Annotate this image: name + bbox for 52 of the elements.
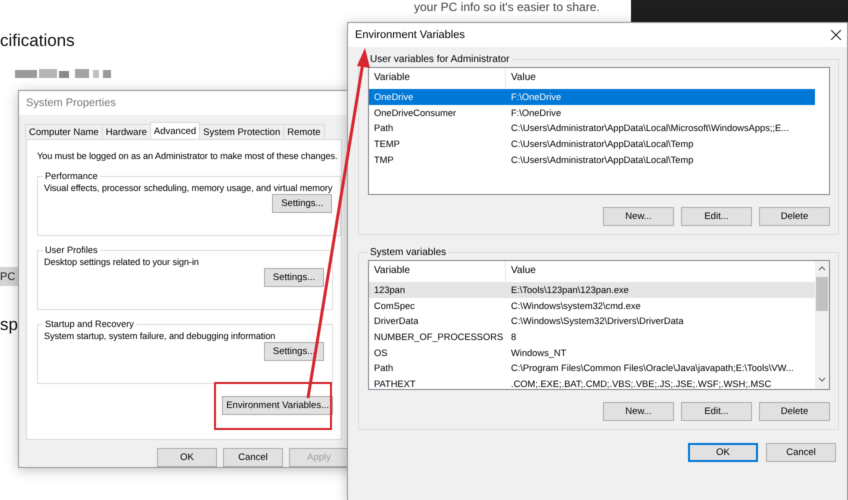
- dialog-button[interactable]: OK: [688, 443, 758, 462]
- window-title: System Properties: [26, 97, 116, 109]
- variable-row[interactable]: Path C:\Program Files\Common Files\Oracle\Java\javapath;E:\Tools\VW...: [369, 360, 815, 376]
- settings-button[interactable]: Settings...: [264, 268, 324, 287]
- variable-row[interactable]: TEMP C:\Users\Administrator\AppData\Local\Temp: [369, 136, 815, 152]
- scrollbar[interactable]: [815, 261, 829, 389]
- dialog-button[interactable]: Cancel: [766, 443, 836, 462]
- tab[interactable]: Computer Name: [25, 124, 103, 139]
- group-title: User Profiles: [44, 245, 99, 255]
- variable-button[interactable]: Delete: [759, 207, 830, 226]
- column-header[interactable]: Variable: [369, 68, 506, 88]
- tab[interactable]: Advanced: [150, 122, 200, 139]
- page-heading: sp: [0, 315, 18, 335]
- page-text: your PC info so it's easier to share.: [414, 0, 600, 14]
- variables-list[interactable]: [368, 67, 830, 195]
- group-title: Startup and Recovery: [44, 319, 135, 329]
- group-description: System startup, system failure, and debugging information: [44, 330, 276, 342]
- group-title: System variables: [369, 247, 448, 258]
- variable-row[interactable]: OneDriveConsumer F:\OneDrive: [369, 104, 815, 120]
- variable-button[interactable]: Edit...: [681, 402, 752, 421]
- variable-button[interactable]: Delete: [759, 402, 830, 421]
- variable-row[interactable]: OneDrive F:\OneDrive: [369, 89, 815, 105]
- column-header[interactable]: Value: [506, 68, 815, 88]
- variable-row[interactable]: DriverData C:\Windows\System32\Drivers\DriverData: [369, 313, 815, 330]
- settings-button[interactable]: Settings...: [264, 342, 324, 361]
- close-icon[interactable]: [831, 30, 841, 40]
- column-header[interactable]: Value: [506, 261, 815, 281]
- group-description: Desktop settings related to your sign-in: [44, 256, 200, 268]
- variable-row[interactable]: 123pan E:\Tools\123pan\123pan.exe: [369, 282, 815, 298]
- group-title: Performance: [44, 171, 99, 181]
- variable-row[interactable]: OS Windows_NT: [369, 344, 815, 360]
- group-description: Visual effects, processor scheduling, memory usage, and virtual memory: [44, 182, 332, 194]
- column-header[interactable]: Variable: [369, 261, 506, 281]
- variable-button[interactable]: New...: [603, 207, 674, 226]
- variable-row[interactable]: PATHEXT .COM;.EXE;.BAT;.CMD;.VBS;.VBE;.JS;.JSE;.WSF;.WSH;.MSC: [369, 376, 815, 389]
- page-heading: cifications: [0, 31, 75, 51]
- variable-button[interactable]: Edit...: [681, 207, 752, 226]
- tab[interactable]: Remote: [283, 124, 325, 139]
- dialog-button[interactable]: Cancel: [223, 448, 283, 467]
- pc-button[interactable]: PC: [0, 267, 18, 286]
- variable-row[interactable]: ComSpec C:\Windows\system32\cmd.exe: [369, 298, 815, 314]
- variable-row[interactable]: TMP C:\Users\Administrator\AppData\Local\Temp: [369, 152, 815, 168]
- variables-list[interactable]: [368, 260, 830, 390]
- variable-row[interactable]: Path C:\Users\Administrator\AppData\Local\Microsoft\WindowsApps;;E...: [369, 120, 815, 136]
- settings-button[interactable]: Settings...: [272, 194, 332, 213]
- environment-variables-button[interactable]: Environment Variables...: [222, 396, 333, 415]
- variable-button[interactable]: New...: [603, 402, 674, 421]
- group-title: User variables for Administrator: [369, 54, 510, 65]
- tab[interactable]: System Protection: [199, 124, 284, 139]
- dialog-button[interactable]: OK: [157, 448, 217, 467]
- variable-row[interactable]: NUMBER_OF_PROCESSORS 8: [369, 329, 815, 345]
- window-title: Environment Variables: [355, 29, 465, 41]
